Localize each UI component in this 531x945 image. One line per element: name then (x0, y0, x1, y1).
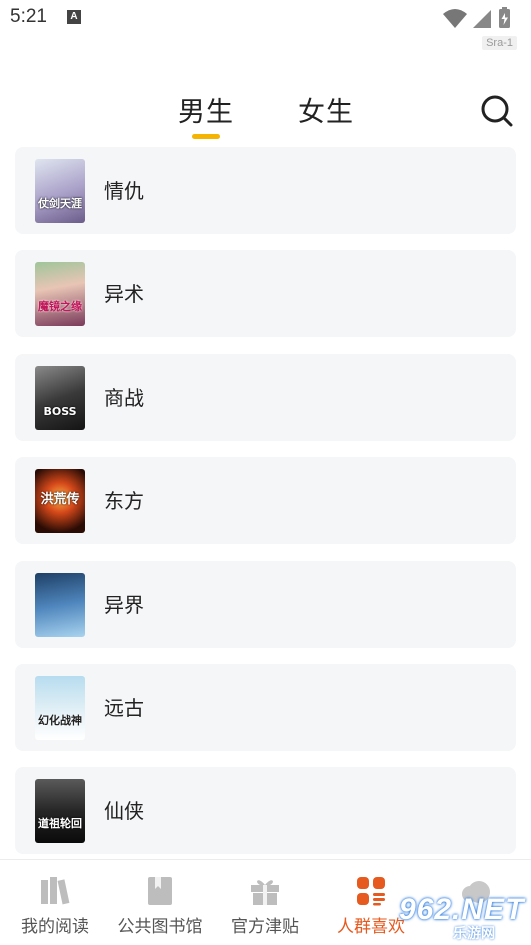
category-label: 远古 (104, 696, 144, 720)
wifi-icon (443, 9, 467, 28)
book-cover: 魔镜之缘 (35, 262, 85, 326)
tab-male[interactable]: 男生 (178, 90, 234, 129)
gender-tabs: 男生 女生 (0, 88, 531, 144)
category-card[interactable]: 异界 (15, 561, 516, 648)
nav-label: 我的阅读 (21, 917, 89, 937)
category-card[interactable]: 幻化战神 远古 (15, 664, 516, 751)
book-cover: 洪荒传 (35, 469, 85, 533)
book-cover: 幻化战神 (35, 676, 85, 740)
gift-icon (251, 880, 279, 905)
book-cover (35, 573, 85, 637)
category-card[interactable]: 魔镜之缘 异术 (15, 250, 516, 337)
tab-female[interactable]: 女生 (298, 90, 354, 129)
active-tab-indicator (192, 134, 220, 139)
status-time: 5:21 (10, 6, 47, 27)
category-card[interactable]: BOSS 商战 (15, 354, 516, 441)
grid-list-icon (357, 877, 385, 906)
category-label: 情仇 (104, 179, 144, 203)
category-label: 异术 (104, 282, 144, 306)
cover-title: 幻化战神 (38, 714, 82, 727)
nav-public-library[interactable]: 公共图书馆 (105, 860, 215, 945)
book-cover: 道祖轮回 (35, 779, 85, 843)
watermark-logo: 962.NET 乐游网 (395, 893, 525, 941)
category-label: 仙侠 (104, 799, 144, 823)
cover-title: BOSS (43, 405, 77, 418)
nav-official-allowance[interactable]: 官方津贴 (210, 860, 320, 945)
cover-title: 道祖轮回 (38, 817, 82, 830)
book-cover: 仗剑天涯 (35, 159, 85, 223)
bookshelf-icon (41, 877, 70, 905)
category-label: 异界 (104, 593, 144, 617)
cover-title: 魔镜之缘 (38, 300, 82, 313)
search-button[interactable] (480, 94, 514, 128)
signal-icon (473, 10, 491, 28)
category-card[interactable]: 仗剑天涯 情仇 (15, 147, 516, 234)
sim-tag: Sra-1 (482, 36, 517, 50)
cover-title: 仗剑天涯 (38, 197, 82, 210)
notification-a-icon: A (67, 10, 81, 24)
category-card[interactable]: 洪荒传 东方 (15, 457, 516, 544)
watermark-subtext: 乐游网 (453, 925, 495, 941)
category-card[interactable]: 道祖轮回 仙侠 (15, 767, 516, 854)
status-icons (441, 6, 521, 34)
cover-title: 洪荒传 (40, 492, 80, 507)
nav-label: 官方津贴 (231, 917, 299, 937)
watermark-text: 962.NET (399, 893, 525, 926)
book-icon (148, 877, 172, 905)
battery-charging-icon (499, 7, 510, 28)
book-cover: BOSS (35, 366, 85, 430)
status-bar: 5:21 A Sra-1 (0, 0, 531, 50)
category-label: 东方 (104, 489, 144, 513)
search-icon (481, 95, 513, 127)
nav-label: 公共图书馆 (117, 917, 203, 937)
category-label: 商战 (104, 386, 144, 410)
nav-my-reading[interactable]: 我的阅读 (0, 860, 110, 945)
